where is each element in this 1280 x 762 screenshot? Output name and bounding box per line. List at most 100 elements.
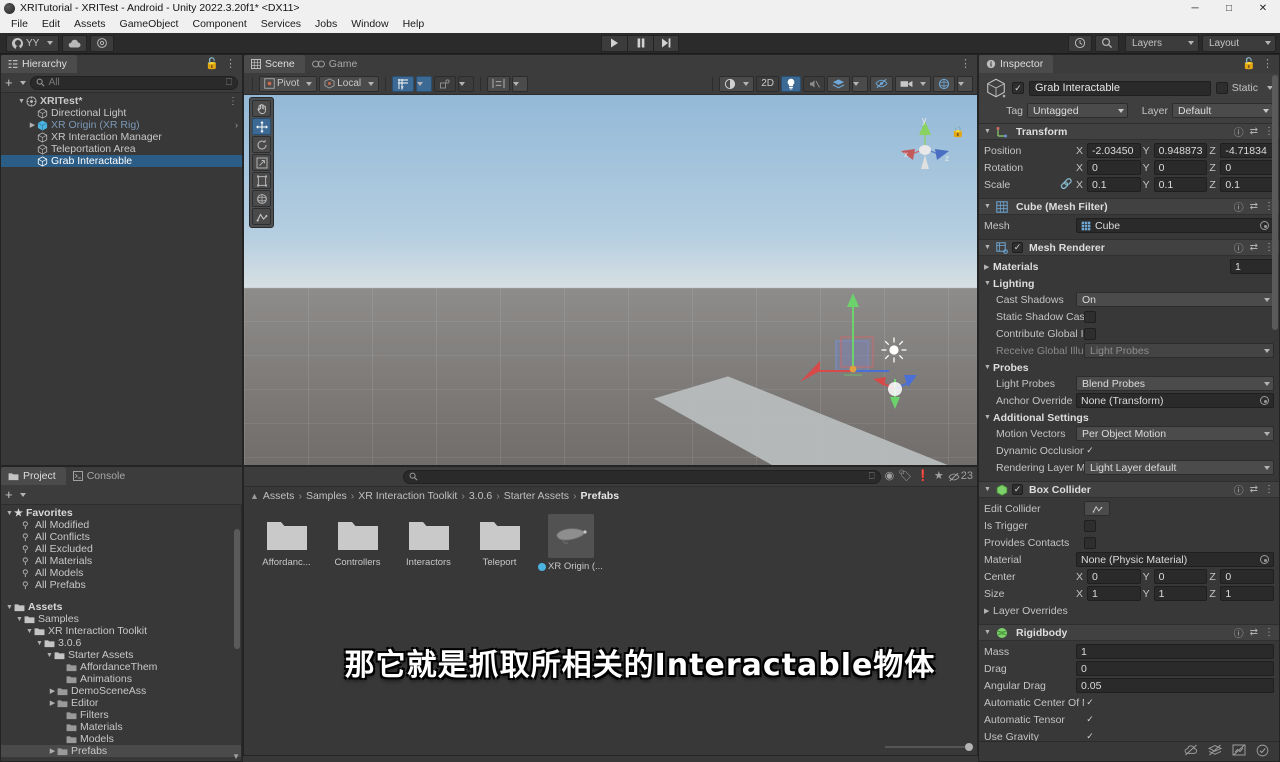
zoom-slider-track[interactable] — [885, 742, 973, 751]
rotation-x-input[interactable]: 0 — [1087, 160, 1141, 175]
component-header[interactable]: ▼ Cube (Mesh Filter) ⓘ ⇄ ⋮ — [979, 199, 1279, 215]
cloud-build-icon[interactable] — [1207, 744, 1223, 759]
scene-camera-button[interactable] — [895, 75, 931, 92]
project-tree-assets[interactable]: ▼ Assets — [1, 601, 241, 613]
disclosure-triangle-icon[interactable]: ▼ — [45, 652, 54, 659]
transform-tool-button[interactable] — [252, 190, 271, 207]
help-icon[interactable]: ⓘ — [1234, 124, 1244, 139]
size-z-input[interactable]: 1 — [1220, 586, 1275, 601]
object-picker-icon[interactable] — [1260, 396, 1269, 405]
center-z-input[interactable]: 0 — [1220, 569, 1275, 584]
disclosure-triangle-icon[interactable]: ▼ — [984, 244, 992, 251]
gameobject-enabled-checkbox[interactable]: ✓ — [1012, 82, 1024, 94]
scene-viewport[interactable]: y x z 🔒 — [244, 95, 977, 465]
angular-drag-input[interactable]: 0.05 — [1076, 678, 1274, 693]
project-tree-version[interactable]: ▼ 3.0.6 — [1, 637, 241, 649]
rect-tool-button[interactable] — [252, 172, 271, 189]
scene-menu-icon[interactable]: ⋮ — [228, 96, 238, 107]
project-tree-demo-scene-assets[interactable]: ▶ DemoSceneAss — [1, 685, 241, 697]
search-save-icon[interactable]: ⎕ — [226, 77, 232, 88]
disclosure-triangle-icon[interactable]: ▼ — [5, 604, 14, 611]
grid-snap-button[interactable]: y — [392, 75, 415, 92]
menu-item-jobs[interactable]: Jobs — [308, 16, 344, 33]
preset-icon[interactable]: ⇄ — [1250, 126, 1258, 137]
account-button[interactable]: YY — [6, 34, 60, 52]
rotation-y-input[interactable]: 0 — [1153, 160, 1208, 175]
tab-hierarchy[interactable]: Hierarchy — [1, 55, 77, 73]
project-tree-prefabs[interactable]: ▶ Prefabs — [1, 745, 241, 757]
component-header[interactable]: ▼ Rigidbody ⓘ ⇄ ⋮ — [979, 625, 1279, 641]
cloud-diagnostics-icon[interactable] — [1232, 744, 1246, 759]
automatic-center-of-mass-checkbox[interactable]: ✓ — [1084, 697, 1096, 709]
project-tree-filters[interactable]: ▶ Filters — [1, 709, 241, 721]
layout-dropdown[interactable]: Layout — [1202, 34, 1276, 52]
disclosure-triangle-icon[interactable]: ▼ — [984, 629, 992, 636]
disclosure-triangle-icon[interactable]: ▼ — [17, 98, 26, 105]
disclosure-triangle-icon[interactable]: ▼ — [984, 128, 992, 135]
menu-item-component[interactable]: Component — [185, 16, 253, 33]
secondary-transform-gizmo[interactable] — [872, 367, 918, 413]
rendering-layer-mask-dropdown[interactable]: Light Layer default — [1084, 460, 1274, 475]
asset-item-teleport[interactable]: Teleport — [471, 514, 528, 568]
component-header[interactable]: ▼ ✓ Box Collider ⓘ ⇄ ⋮ — [979, 482, 1279, 498]
pause-button[interactable] — [627, 34, 653, 52]
scene-audio-button[interactable] — [803, 75, 825, 92]
move-tool-button[interactable] — [252, 118, 271, 135]
mesh-object-field[interactable]: Cube — [1076, 218, 1274, 233]
is-trigger-checkbox[interactable]: ✓ — [1084, 519, 1096, 532]
search-button[interactable] — [1095, 34, 1119, 52]
search-info-icon[interactable]: ❗ — [916, 471, 930, 482]
project-search-input[interactable]: ⎕ — [402, 469, 881, 484]
help-icon[interactable]: ⓘ — [1234, 240, 1244, 255]
rotation-z-input[interactable]: 0 — [1220, 160, 1275, 175]
disclosure-triangle-icon[interactable]: ▼ — [5, 510, 14, 517]
position-y-input[interactable]: 0.948873 — [1153, 143, 1208, 158]
scroll-down-arrow-icon[interactable]: ▼ — [232, 752, 240, 761]
disclosure-triangle-icon[interactable]: ▼ — [984, 414, 993, 421]
contribute-gi-checkbox[interactable]: ✓ — [1084, 327, 1096, 340]
scene-lighting-button[interactable] — [781, 75, 801, 92]
tab-inspector[interactable]: Inspector — [979, 55, 1054, 73]
gameobject-name-input[interactable]: Grab Interactable — [1029, 80, 1211, 96]
breadcrumb-item-starter-assets[interactable]: Starter Assets — [504, 490, 569, 502]
anchor-override-object-field[interactable]: None (Transform) — [1076, 393, 1274, 408]
disclosure-triangle-icon[interactable]: ▶ — [984, 607, 993, 615]
scene-fx-button[interactable] — [827, 75, 850, 92]
lock-icon[interactable]: 🔓 — [205, 58, 219, 70]
breadcrumb-item-version[interactable]: 3.0.6 — [469, 490, 492, 502]
breadcrumb-scroll-icon[interactable]: ▲ — [250, 491, 259, 501]
group-probes[interactable]: ▼ Probes — [984, 360, 1274, 375]
disclosure-triangle-icon[interactable]: ▼ — [984, 203, 992, 210]
lock-icon[interactable]: 🔓 — [1242, 58, 1256, 70]
asset-item-xr-origin[interactable]: XR Origin (... — [538, 514, 603, 572]
hierarchy-row-grab-interactable[interactable]: Grab Interactable — [1, 155, 242, 167]
object-picker-icon[interactable] — [1260, 555, 1269, 564]
scale-z-input[interactable]: 0.1 — [1220, 177, 1275, 192]
hierarchy-search-input[interactable]: All ⎕ — [29, 75, 238, 90]
light-probes-dropdown[interactable]: Blend Probes — [1076, 376, 1274, 391]
disclosure-triangle-icon[interactable]: ▼ — [25, 628, 34, 635]
automatic-tensor-checkbox[interactable]: ✓ — [1084, 714, 1096, 726]
project-add-button[interactable]: + — [5, 487, 26, 502]
cloud-button[interactable] — [62, 34, 88, 52]
menu-item-services[interactable]: Services — [254, 16, 308, 33]
disclosure-triangle-icon[interactable]: ▼ — [35, 640, 44, 647]
tab-scene[interactable]: Scene — [244, 55, 305, 73]
custom-editor-tool-button[interactable] — [252, 208, 271, 225]
tab-game[interactable]: Game — [304, 55, 368, 73]
project-tree-models[interactable]: ▶ Models — [1, 733, 241, 745]
step-button[interactable] — [653, 34, 679, 52]
help-icon[interactable]: ⓘ — [1234, 625, 1244, 640]
provides-contacts-checkbox[interactable]: ✓ — [1084, 536, 1096, 549]
minimize-button[interactable]: ─ — [1178, 0, 1212, 16]
rotate-tool-button[interactable] — [252, 136, 271, 153]
component-header[interactable]: ▼ Transform ⓘ ⇄ ⋮ — [979, 124, 1279, 140]
disclosure-triangle-icon[interactable]: ▶ — [984, 263, 993, 271]
position-x-input[interactable]: -2.03450 — [1087, 143, 1141, 158]
scale-tool-button[interactable] — [252, 154, 271, 171]
search-favorite-icon[interactable]: ★ — [934, 471, 944, 482]
disclosure-triangle-icon[interactable]: ▶ — [48, 699, 57, 707]
asset-item-interactors[interactable]: Interactors — [400, 514, 457, 568]
size-x-input[interactable]: 1 — [1087, 586, 1141, 601]
scene-menu-icon[interactable]: ⋮ — [960, 58, 971, 70]
